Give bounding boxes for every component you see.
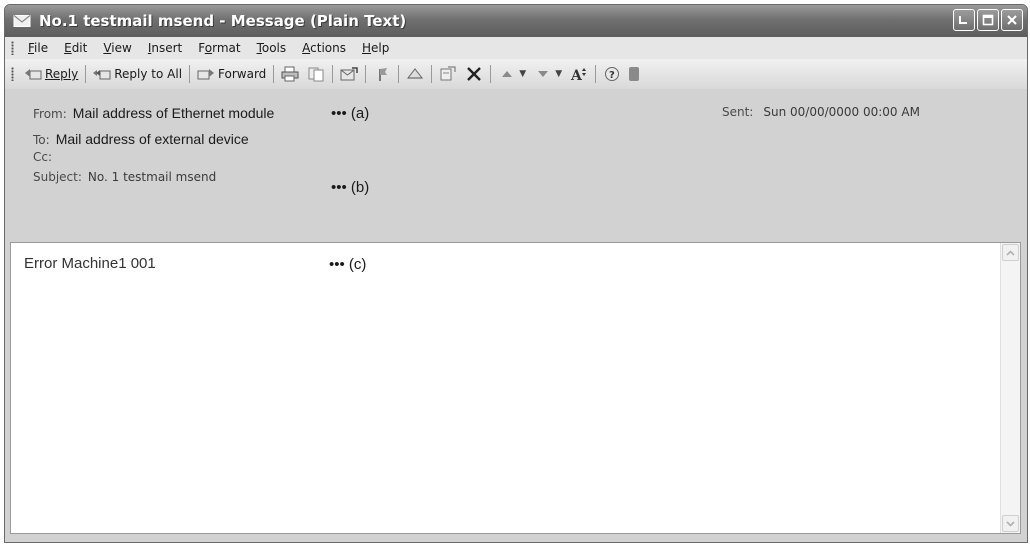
maximize-icon (982, 14, 994, 26)
toolbar-separator (189, 65, 191, 83)
subject-value: No. 1 testmail msend (87, 170, 217, 184)
message-window: No.1 testmail msend - Message (Plain Tex… (4, 4, 1028, 543)
cc-row: Cc: (33, 150, 52, 164)
callout-c: ••• (c) (329, 256, 367, 273)
menu-tools[interactable]: Tools (249, 41, 295, 55)
from-label: From: (33, 107, 67, 121)
toolbar-separator (431, 65, 433, 83)
next-item-button[interactable]: ▼ (530, 63, 566, 85)
message-body[interactable]: Error Machine1 001 ••• (c) (10, 242, 1021, 534)
minimize-button[interactable] (953, 9, 975, 31)
chevron-down-icon (1006, 520, 1015, 527)
flag-button[interactable] (369, 63, 395, 85)
svg-text:A: A (570, 68, 583, 82)
print-button[interactable] (277, 63, 303, 85)
next-dropdown-icon[interactable]: ▼ (555, 69, 562, 79)
junk-button[interactable] (435, 63, 461, 85)
toolbar-separator (398, 65, 400, 83)
reply-label: Reply (45, 67, 79, 81)
scroll-up-button[interactable] (1002, 244, 1019, 261)
text-size-icon: A (570, 66, 588, 82)
menu-bar: File Edit View Insert Format Tools Actio… (5, 37, 1027, 59)
menu-actions[interactable]: Actions (294, 41, 354, 55)
help-button[interactable]: ? (599, 63, 625, 85)
callout-b: ••• (b) (331, 179, 370, 196)
next-item-icon (534, 66, 552, 82)
delete-button[interactable] (461, 63, 487, 85)
minimize-icon (959, 16, 967, 24)
from-row: From: Mail address of Ethernet module (33, 105, 274, 121)
standard-toolbar: Reply Reply to All Forward ▼ ▼ A ? (5, 59, 1027, 90)
to-label: To: (33, 133, 50, 147)
help-icon: ? (603, 66, 621, 82)
toolbar-separator (595, 65, 597, 83)
toolbar-grip (11, 67, 14, 81)
menu-file[interactable]: File (20, 41, 56, 55)
vertical-scrollbar[interactable] (1000, 243, 1020, 533)
copy-button[interactable] (303, 63, 329, 85)
junk-icon (439, 66, 457, 82)
menu-grip (11, 41, 14, 55)
scroll-down-button[interactable] (1002, 515, 1019, 532)
toolbar-separator (85, 65, 87, 83)
cc-label: Cc: (33, 150, 53, 164)
menu-insert[interactable]: Insert (140, 41, 190, 55)
maximize-button[interactable] (977, 9, 999, 31)
print-icon (281, 66, 299, 82)
message-body-text[interactable]: Error Machine1 001 (24, 255, 156, 272)
title-bar[interactable]: No.1 testmail msend - Message (Plain Tex… (5, 5, 1027, 37)
close-icon (1007, 15, 1017, 25)
window-title: No.1 testmail msend - Message (Plain Tex… (39, 12, 407, 30)
reply-icon (24, 66, 42, 82)
previous-item-icon (498, 66, 516, 82)
copy-icon (307, 66, 325, 82)
categorize-icon (406, 66, 424, 82)
forward-button[interactable]: Forward (193, 63, 270, 85)
toolbar-separator (365, 65, 367, 83)
message-header: From: Mail address of Ethernet module •••… (5, 89, 1027, 239)
subject-row: Subject: No. 1 testmail msend (33, 170, 216, 184)
menu-help[interactable]: Help (354, 41, 397, 55)
reply-all-icon (93, 66, 111, 82)
categorize-button[interactable] (402, 63, 428, 85)
toolbar-options-icon[interactable] (629, 67, 640, 81)
previous-item-button[interactable]: ▼ (494, 63, 530, 85)
menu-view[interactable]: View (95, 41, 139, 55)
toolbar-separator (332, 65, 334, 83)
svg-text:?: ? (609, 70, 615, 81)
subject-label: Subject: (33, 170, 82, 184)
to-value[interactable]: Mail address of external device (56, 131, 249, 147)
reply-all-label: Reply to All (114, 67, 183, 81)
forward-icon (197, 66, 215, 82)
sent-label: Sent: (722, 105, 754, 119)
toolbar-separator (273, 65, 275, 83)
callout-a: ••• (a) (331, 105, 370, 122)
sent-value: Sun 00/00/0000 00:00 AM (763, 105, 920, 119)
menu-edit[interactable]: Edit (56, 41, 95, 55)
move-to-folder-button[interactable] (336, 63, 362, 85)
envelope-icon (13, 14, 31, 28)
chevron-up-icon (1006, 249, 1015, 256)
from-value[interactable]: Mail address of Ethernet module (73, 105, 275, 121)
move-to-folder-icon (340, 66, 359, 82)
to-row: To: Mail address of external device (33, 131, 249, 147)
flag-icon (373, 66, 391, 82)
menu-format[interactable]: Format (190, 41, 248, 55)
reply-button[interactable]: Reply (20, 63, 82, 85)
reply-all-button[interactable]: Reply to All (89, 63, 186, 85)
toolbar-separator (490, 65, 492, 83)
delete-icon (465, 66, 483, 82)
previous-dropdown-icon[interactable]: ▼ (519, 69, 526, 79)
forward-label: Forward (218, 67, 267, 81)
close-button[interactable] (1001, 9, 1023, 31)
sent-row: Sent: Sun 00/00/0000 00:00 AM (722, 105, 920, 119)
text-size-button[interactable]: A (566, 63, 592, 85)
